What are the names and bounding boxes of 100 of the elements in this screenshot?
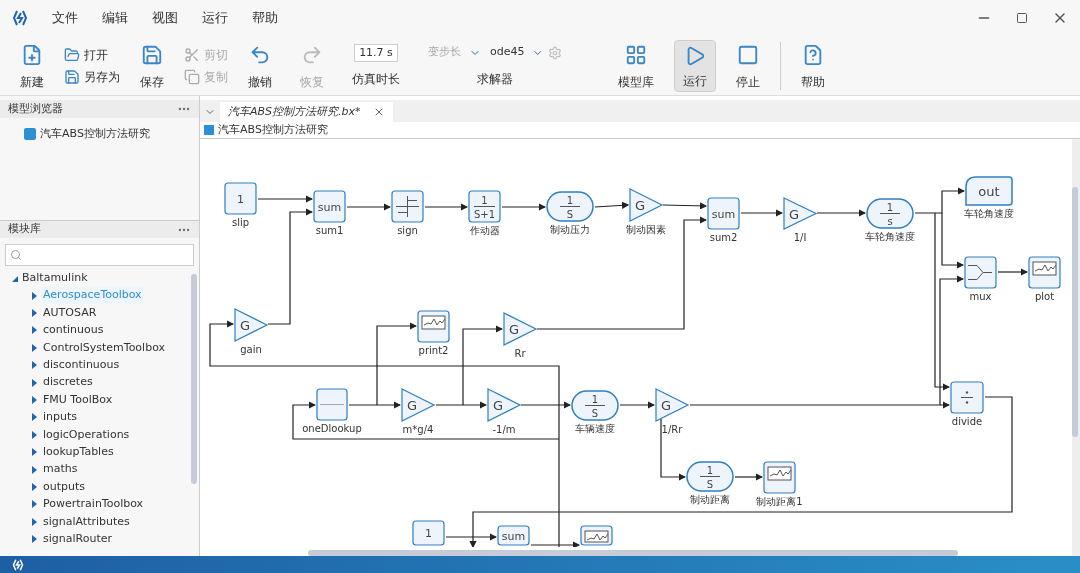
new-file-icon <box>21 43 43 66</box>
menu-item[interactable]: 文件 <box>52 8 78 28</box>
scrollbar[interactable] <box>191 274 197 484</box>
tree-node[interactable]: continuous <box>41 322 106 339</box>
integrator-block[interactable]: 1 S <box>686 461 734 492</box>
sim-time-label: 仿真时长 <box>352 70 400 88</box>
solver-dropdown[interactable]: ode45 <box>490 43 544 62</box>
expander-icon[interactable] <box>12 275 18 282</box>
integrator-block[interactable]: 1 s <box>866 198 914 229</box>
tree-node[interactable]: logicOperations <box>41 426 132 444</box>
sum-block[interactable]: sum <box>497 525 530 546</box>
help-document-icon <box>802 43 824 66</box>
new-button[interactable]: 新建 <box>12 39 52 92</box>
block-label: 车辆速度 <box>575 423 615 434</box>
tree-node[interactable]: Baltamulink <box>22 270 88 287</box>
model-icon <box>24 128 36 141</box>
vertical-scrollbar[interactable] <box>1072 187 1078 437</box>
gain-block[interactable]: G <box>783 197 818 230</box>
signal-line <box>997 268 1029 276</box>
signal-line <box>594 201 630 209</box>
tree-node[interactable]: maths <box>41 461 80 478</box>
tree-node[interactable]: AUTOSAR <box>41 304 99 322</box>
expander-icon[interactable] <box>32 483 37 491</box>
integrator-block[interactable]: 1 S <box>571 390 619 421</box>
block-label: 1/I <box>793 232 807 243</box>
signal-line <box>501 203 547 211</box>
block-label: 制动距离1 <box>756 496 803 507</box>
save-button[interactable]: 保存 <box>132 39 172 92</box>
app-logo-icon <box>12 10 28 26</box>
tree-node[interactable]: discontinuous <box>41 357 122 374</box>
mux-block[interactable] <box>964 256 997 289</box>
menu-item[interactable]: 运行 <box>202 8 228 28</box>
search-field[interactable] <box>5 244 194 266</box>
sim-time-field[interactable]: 11.7 s <box>354 43 398 62</box>
constant-block[interactable]: 1 <box>224 182 257 215</box>
signal-line <box>257 195 314 203</box>
block-label: gain <box>240 344 262 355</box>
model-icon <box>204 125 214 135</box>
tree-node[interactable]: discretes <box>41 374 95 391</box>
scope-block[interactable] <box>417 310 450 343</box>
library-button[interactable]: 模型库 <box>610 39 662 92</box>
menu-item[interactable]: 视图 <box>152 8 178 28</box>
scope-block[interactable] <box>1028 256 1061 289</box>
block-label: slip <box>231 217 250 228</box>
integrator-block[interactable]: 1 S <box>546 191 594 222</box>
signal-line <box>424 203 469 211</box>
breadcrumb[interactable]: 汽车ABS控制方法研究 <box>218 121 328 139</box>
block-label: m*g/4 <box>402 424 434 435</box>
copy-icon <box>184 68 200 85</box>
run-button[interactable]: 运行 <box>674 39 716 92</box>
block-label: sum2 <box>709 232 738 243</box>
panel-title: 模型浏览器 <box>8 100 63 117</box>
document-tab[interactable]: 汽车ABS控制方法研究.bx* <box>220 102 393 122</box>
divide-block[interactable] <box>950 381 984 414</box>
open-button[interactable]: 打开 <box>64 43 120 66</box>
tree-node[interactable]: PowertrainToolbox <box>41 496 146 513</box>
block-label: mux <box>969 291 992 302</box>
scissors-icon <box>184 46 200 63</box>
help-button[interactable]: 帮助 <box>793 39 833 92</box>
tree-node[interactable]: inputs <box>41 409 80 426</box>
tree-node[interactable]: signalRouter <box>41 530 114 548</box>
tree-node[interactable]: ControlSystemToolbox <box>41 339 168 357</box>
gain-block[interactable]: G <box>234 308 269 342</box>
gain-block[interactable]: G <box>487 388 522 422</box>
stop-button[interactable]: 停止 <box>728 39 768 92</box>
model-tree-item[interactable]: 汽车ABS控制方法研究 <box>40 126 150 143</box>
tree-node[interactable]: outputs <box>41 478 87 496</box>
scope-block[interactable] <box>763 461 796 494</box>
sum-block[interactable]: sum <box>313 190 346 223</box>
scope-block[interactable] <box>580 525 613 546</box>
block-label: plot <box>1034 291 1055 302</box>
outport-block[interactable]: out <box>965 176 1013 206</box>
menu-item[interactable]: 帮助 <box>252 8 278 28</box>
gain-block[interactable]: G <box>503 312 538 346</box>
sign-block[interactable] <box>391 190 424 223</box>
tree-node[interactable]: FMU ToolBox <box>41 391 115 409</box>
gain-block[interactable]: G <box>629 188 664 222</box>
constant-block[interactable]: 1 <box>412 520 445 546</box>
gain-block[interactable]: G <box>655 388 690 422</box>
block-label: 制动压力 <box>550 224 590 235</box>
gain-block[interactable]: G <box>401 388 436 422</box>
restore-icon[interactable] <box>1016 12 1028 24</box>
menu-item[interactable]: 编辑 <box>102 8 128 28</box>
tree-node[interactable]: signalAttributes <box>41 513 132 530</box>
block-label: 制动因素 <box>626 224 666 235</box>
block-label: 1/Rr <box>661 424 683 435</box>
block-label: sum1 <box>315 225 344 236</box>
block-label: print2 <box>418 345 449 356</box>
app-logo-icon <box>12 558 24 571</box>
solver-label: 求解器 <box>477 70 513 88</box>
block-label: 制动距离 <box>690 494 730 505</box>
transfer-function-block[interactable]: 1 S+1 <box>468 190 501 223</box>
block-label: divide <box>951 416 983 427</box>
horizontal-scrollbar[interactable] <box>308 550 958 556</box>
undo-button[interactable]: 撤销 <box>240 39 280 92</box>
grid-icon <box>625 43 647 66</box>
tree-node[interactable]: lookupTables <box>41 443 116 461</box>
sum-block[interactable]: sum <box>707 197 740 230</box>
save-as-button[interactable]: 另存为 <box>64 65 120 88</box>
block-label: -1/m <box>492 424 516 435</box>
